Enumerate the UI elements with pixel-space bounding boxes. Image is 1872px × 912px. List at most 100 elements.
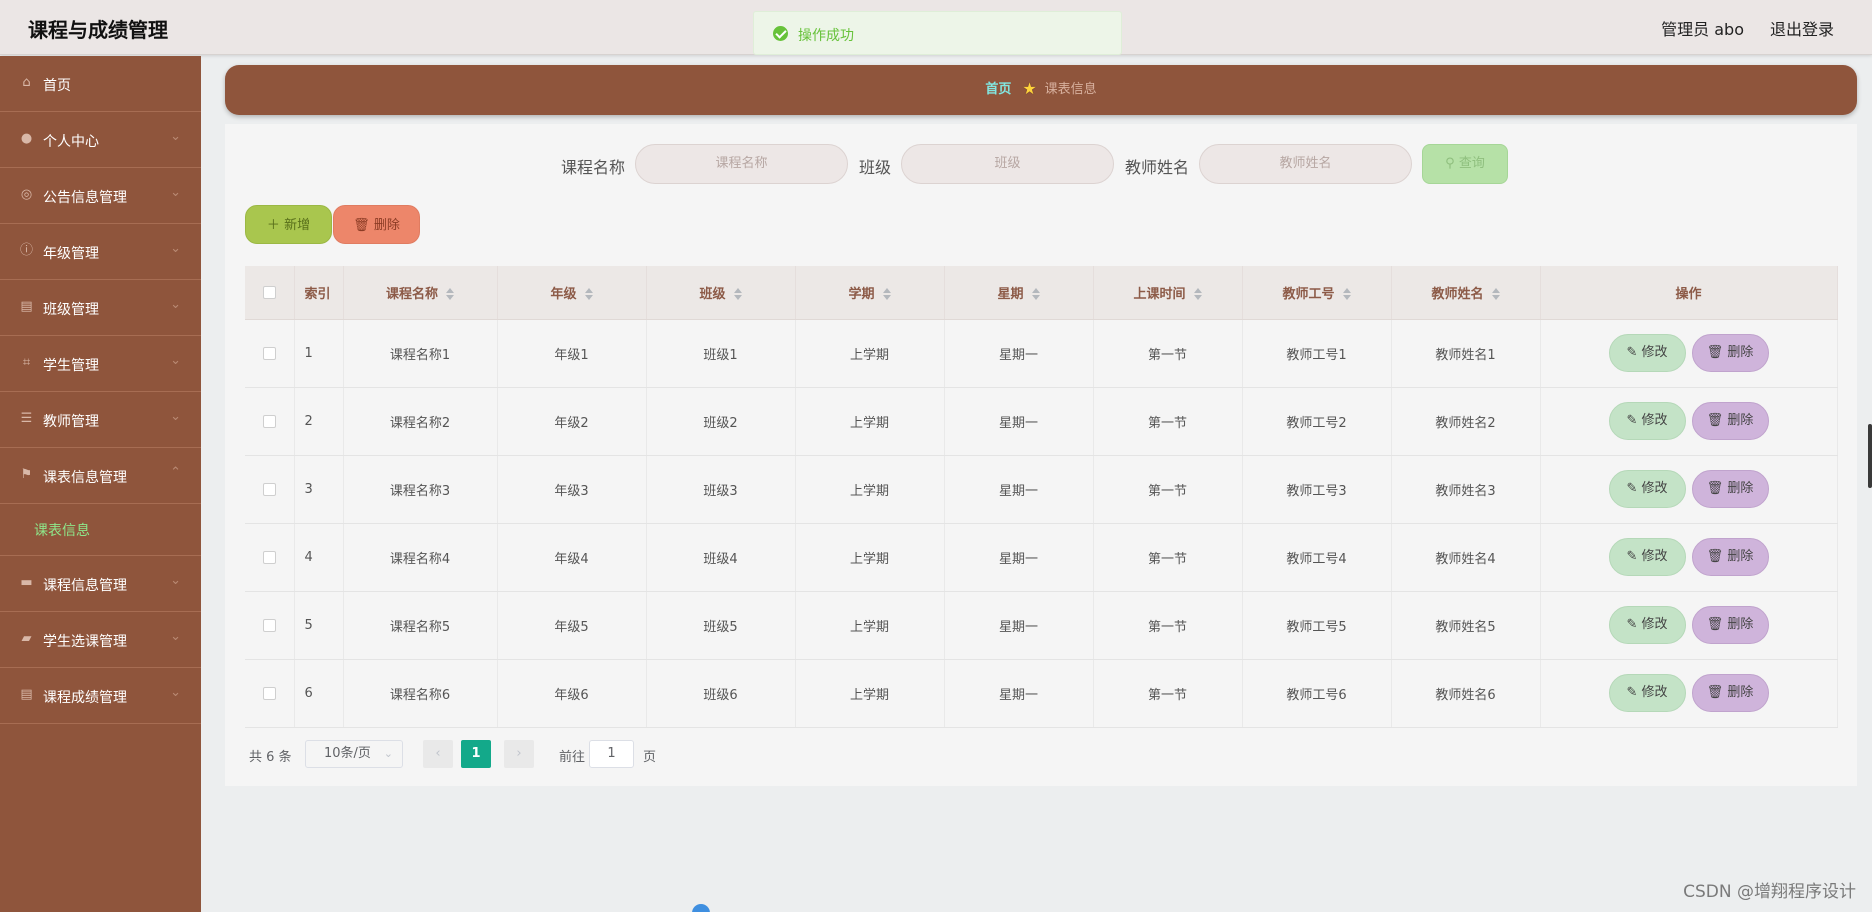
edit-button[interactable]: ✎ 修改 bbox=[1608, 538, 1686, 576]
chevron-down-icon: ⌄ bbox=[170, 573, 181, 588]
add-button-label: 新增 bbox=[284, 218, 311, 233]
sidebar-item-announcements[interactable]: ◎ 公告信息管理 ⌄ bbox=[0, 168, 201, 224]
sidebar-item-label: 班级管理 bbox=[43, 302, 99, 318]
sidebar-item-grades[interactable]: ⓘ 年级管理 ⌄ bbox=[0, 224, 201, 280]
select-all-checkbox[interactable] bbox=[262, 285, 276, 299]
breadcrumb-home-link[interactable]: 首页 bbox=[985, 82, 1011, 97]
batch-delete-button[interactable]: 🗑 删除 bbox=[333, 205, 420, 244]
chevron-down-icon: ⌄ bbox=[170, 241, 181, 256]
row-checkbox[interactable] bbox=[262, 550, 276, 564]
teacher-name-input[interactable]: 教师姓名 bbox=[1199, 144, 1412, 184]
sort-icon[interactable] bbox=[446, 287, 454, 300]
row-checkbox[interactable] bbox=[262, 618, 276, 632]
sort-icon[interactable] bbox=[882, 287, 891, 300]
goto-page-input[interactable]: 1 bbox=[589, 740, 634, 768]
delete-button[interactable]: 🗑 删除 bbox=[1691, 606, 1769, 644]
class-label: 班级 bbox=[859, 158, 892, 177]
sort-icon[interactable] bbox=[733, 287, 742, 300]
chevron-down-icon: ⌄ bbox=[383, 747, 393, 760]
teacher-name-label: 教师姓名 bbox=[1125, 158, 1190, 177]
chevron-up-icon: ⌃ bbox=[170, 465, 181, 480]
search-button[interactable]: ⚲ 查询 bbox=[1422, 144, 1508, 184]
row-checkbox[interactable] bbox=[262, 482, 276, 496]
edit-button[interactable]: ✎ 修改 bbox=[1608, 402, 1686, 440]
cell-teacher-no: 教师工号5 bbox=[1242, 591, 1392, 660]
star-icon: ★ bbox=[1022, 79, 1037, 98]
sidebar-item-label: 公告信息管理 bbox=[43, 190, 127, 206]
next-page-button[interactable]: › bbox=[504, 740, 534, 768]
cell-class: 班级2 bbox=[646, 387, 796, 456]
sidebar-item-course-selection[interactable]: ▰ 学生选课管理 ⌄ bbox=[0, 612, 201, 668]
sidebar-subitem-schedule-info[interactable]: 课表信息 bbox=[0, 504, 201, 556]
column-header[interactable]: 年级 bbox=[497, 266, 647, 320]
breadcrumb: 首页 ★ 课表信息 bbox=[225, 65, 1857, 115]
row-checkbox[interactable] bbox=[262, 346, 276, 360]
row-checkbox[interactable] bbox=[262, 414, 276, 428]
cell-time: 第一节 bbox=[1093, 591, 1243, 660]
trash-icon: 🗑 bbox=[1706, 481, 1724, 496]
sidebar-item-home[interactable]: ⌂ 首页 bbox=[0, 56, 201, 112]
list-icon: ☰ bbox=[20, 411, 33, 426]
cell-term: 上学期 bbox=[795, 659, 945, 728]
sort-icon[interactable] bbox=[1193, 287, 1202, 300]
select-all-header bbox=[245, 266, 295, 320]
sort-icon[interactable] bbox=[584, 287, 593, 300]
cell-term: 上学期 bbox=[795, 455, 945, 524]
column-header[interactable]: 学期 bbox=[795, 266, 945, 320]
add-button[interactable]: ＋ 新增 bbox=[245, 205, 332, 244]
row-checkbox[interactable] bbox=[262, 686, 276, 700]
sidebar-item-students[interactable]: ⌗ 学生管理 ⌄ bbox=[0, 336, 201, 392]
pencil-icon: ✎ bbox=[1626, 685, 1638, 700]
trash-icon: 🗑 bbox=[1706, 345, 1724, 360]
column-header[interactable]: 上课时间 bbox=[1093, 266, 1243, 320]
sidebar-item-classes[interactable]: ▤ 班级管理 ⌄ bbox=[0, 280, 201, 336]
edit-button[interactable]: ✎ 修改 bbox=[1608, 334, 1686, 372]
row-actions: ✎ 修改 🗑 删除 bbox=[1540, 455, 1838, 524]
sidebar-item-teachers[interactable]: ☰ 教师管理 ⌄ bbox=[0, 392, 201, 448]
sidebar-item-label: 年级管理 bbox=[43, 246, 99, 262]
delete-button[interactable]: 🗑 删除 bbox=[1691, 334, 1769, 372]
delete-button[interactable]: 🗑 删除 bbox=[1691, 470, 1769, 508]
prev-page-button[interactable]: ‹ bbox=[423, 740, 453, 768]
column-header[interactable]: 教师姓名 bbox=[1391, 266, 1541, 320]
page-number-current[interactable]: 1 bbox=[461, 740, 491, 768]
edit-button[interactable]: ✎ 修改 bbox=[1608, 470, 1686, 508]
table-row: 5 课程名称5 年级5 班级5 上学期 星期一 第一节 教师工号5 教师姓名5 ✎ 修改 🗑 删除 bbox=[245, 591, 1838, 660]
sidebar-item-personal-center[interactable]: ● 个人中心 ⌄ bbox=[0, 112, 201, 168]
column-header[interactable]: 班级 bbox=[646, 266, 796, 320]
scrollbar-thumb[interactable] bbox=[1868, 424, 1872, 488]
page-size-select[interactable]: 10条/页 ⌄ bbox=[305, 740, 403, 768]
column-header[interactable]: 教师工号 bbox=[1242, 266, 1392, 320]
sort-icon[interactable] bbox=[1342, 287, 1351, 300]
home-icon: ⌂ bbox=[22, 75, 31, 90]
cell-term: 上学期 bbox=[795, 387, 945, 456]
cell-term: 上学期 bbox=[795, 591, 945, 660]
cell-weekday: 星期一 bbox=[944, 659, 1094, 728]
delete-button[interactable]: 🗑 删除 bbox=[1691, 402, 1769, 440]
pencil-icon: ✎ bbox=[1626, 549, 1638, 564]
delete-button[interactable]: 🗑 删除 bbox=[1691, 538, 1769, 576]
cell-course: 课程名称3 bbox=[343, 455, 498, 524]
search-button-label: 查询 bbox=[1458, 156, 1485, 171]
column-header[interactable]: 课程名称 bbox=[343, 266, 498, 320]
delete-button[interactable]: 🗑 删除 bbox=[1691, 674, 1769, 712]
sidebar-item-courses[interactable]: ▬ 课程信息管理 ⌄ bbox=[0, 556, 201, 612]
course-name-input[interactable]: 课程名称 bbox=[635, 144, 848, 184]
current-user-label: 管理员 abo bbox=[1661, 20, 1744, 39]
edit-button[interactable]: ✎ 修改 bbox=[1608, 674, 1686, 712]
edit-button[interactable]: ✎ 修改 bbox=[1608, 606, 1686, 644]
schedule-table: 索引 课程名称 年级 班级 学期 星期 上课时间 教师工号 教师姓名 操作 1课… bbox=[245, 266, 1838, 728]
cell-teacher-name: 教师姓名3 bbox=[1391, 455, 1541, 524]
sidebar-item-course-scores[interactable]: ▤ 课程成绩管理 ⌄ bbox=[0, 668, 201, 724]
sort-icon[interactable] bbox=[1491, 287, 1500, 300]
sidebar-item-label: 学生管理 bbox=[43, 358, 99, 374]
cell-term: 上学期 bbox=[795, 319, 945, 388]
column-header[interactable]: 星期 bbox=[944, 266, 1094, 320]
sort-icon[interactable] bbox=[1031, 287, 1040, 300]
class-input[interactable]: 班级 bbox=[901, 144, 1114, 184]
sidebar-item-schedule[interactable]: ⚑ 课表信息管理 ⌃ bbox=[0, 448, 201, 504]
cell-grade: 年级3 bbox=[497, 455, 647, 524]
logout-button[interactable]: 退出登录 bbox=[1770, 16, 1834, 40]
cell-grade: 年级6 bbox=[497, 659, 647, 728]
cell-teacher-name: 教师姓名1 bbox=[1391, 319, 1541, 388]
